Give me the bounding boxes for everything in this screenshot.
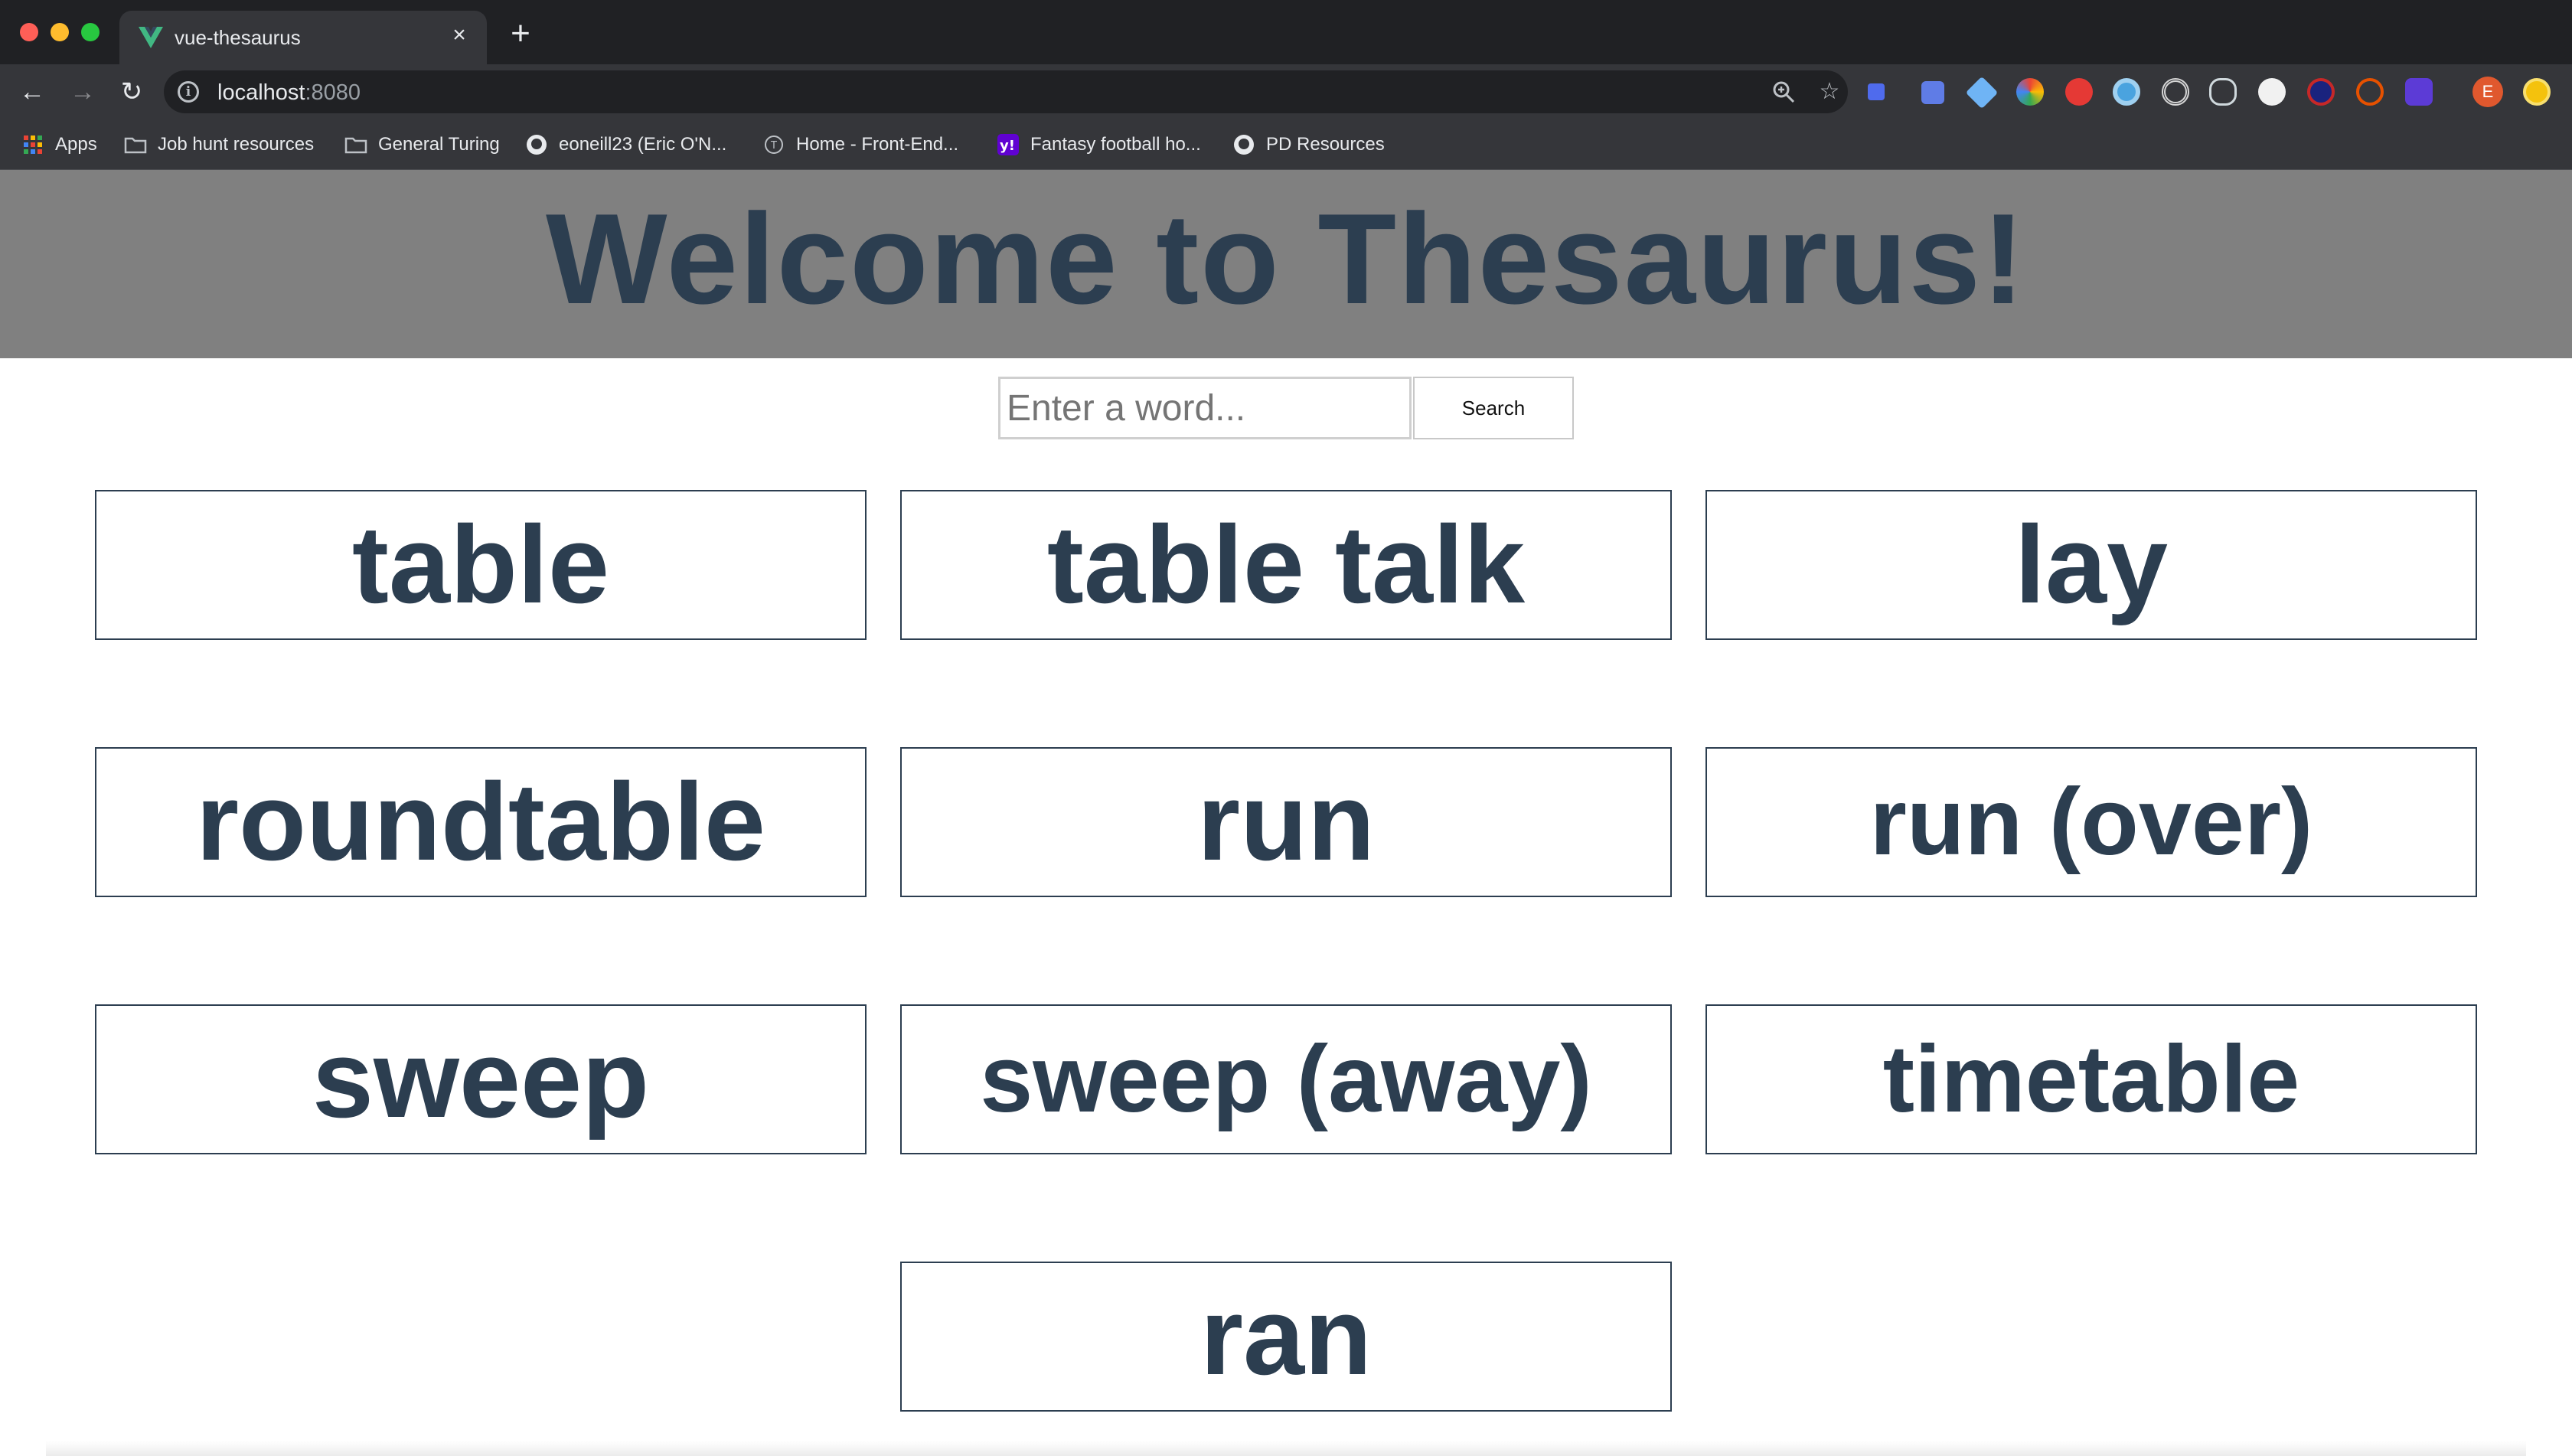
page-title: Welcome to Thesaurus! (546, 187, 2026, 331)
synonym-word: sweep (312, 1017, 650, 1141)
address-bar[interactable]: i localhost:8080 ☆ (164, 70, 1848, 113)
back-arrow-icon[interactable]: ← (15, 75, 49, 109)
close-tab-icon[interactable]: × (446, 21, 473, 49)
bookmark-general-turing[interactable]: General Turing (344, 130, 500, 159)
hero-header: Welcome to Thesaurus! (0, 170, 2572, 358)
synonym-card[interactable]: sweep (away) (900, 1004, 1672, 1154)
github-icon (527, 135, 547, 155)
new-tab-icon[interactable]: + (505, 17, 536, 51)
forward-arrow-icon[interactable]: → (66, 75, 100, 109)
url-port: :8080 (305, 80, 361, 105)
synonym-word: run (over) (1869, 769, 2313, 875)
synonym-card[interactable]: timetable (1705, 1004, 2477, 1154)
extension-pen-icon[interactable] (1921, 81, 1944, 104)
synonym-word: lay (2014, 503, 2169, 626)
bookmark-apps[interactable]: Apps (21, 130, 97, 159)
extension-color-wheel-icon[interactable] (2016, 78, 2044, 106)
minimize-window-button[interactable] (51, 23, 69, 41)
extension-marker-icon[interactable] (1965, 76, 1999, 109)
synonym-card[interactable]: lay (1705, 490, 2477, 640)
bookmark-label: Home - Front-End... (796, 134, 959, 155)
bookmarks-bar: Apps Job hunt resources General Turing e… (0, 119, 2572, 170)
synonym-word: table (351, 503, 610, 626)
url-text[interactable]: localhost:8080 (217, 80, 361, 106)
extension-square-icon[interactable] (1868, 83, 1885, 100)
synonym-word: ran (1200, 1275, 1372, 1398)
maximize-window-button[interactable] (81, 23, 100, 41)
apps-grid-icon (24, 135, 42, 154)
reload-icon[interactable]: ↻ (115, 75, 149, 109)
bookmark-label: eoneill23 (Eric O'N... (559, 134, 727, 155)
extension-orange-circle-icon[interactable] (2356, 78, 2384, 106)
synonym-card[interactable]: table talk (900, 490, 1672, 640)
bookmark-fantasy-football[interactable]: y! Fantasy football ho... (997, 130, 1201, 159)
extension-blue-circle-icon[interactable] (2113, 78, 2140, 106)
zoom-icon[interactable] (1770, 78, 1797, 106)
bookmark-pd-resources[interactable]: PD Resources (1232, 130, 1385, 159)
bookmark-label: Apps (55, 134, 97, 155)
bookmark-label: Job hunt resources (158, 134, 315, 155)
extension-white-circle-icon[interactable] (2258, 78, 2286, 106)
synonym-card[interactable]: roundtable (95, 747, 867, 897)
synonym-word: timetable (1882, 1027, 2300, 1132)
synonym-word: sweep (away) (980, 1027, 1592, 1132)
svg-text:T: T (770, 140, 777, 152)
yahoo-icon: y! (997, 134, 1019, 155)
folder-icon (124, 137, 147, 154)
synonym-card[interactable]: table (95, 490, 867, 640)
github-icon (1234, 135, 1254, 155)
page-viewport: Welcome to Thesaurus! Search table table… (0, 170, 2572, 1456)
synonym-card[interactable]: run (900, 747, 1672, 897)
synonym-card[interactable]: run (over) (1705, 747, 2477, 897)
browser-tab-bar: vue-thesaurus × + (0, 0, 2572, 64)
search-input[interactable] (998, 377, 1412, 439)
synonym-card[interactable]: ran (900, 1262, 1672, 1412)
site-info-icon[interactable]: i (178, 81, 199, 103)
tab-title: vue-thesaurus (175, 26, 301, 49)
browser-toolbar: ← → ↻ i localhost:8080 ☆ E (0, 64, 2572, 119)
synonym-card[interactable]: sweep (95, 1004, 867, 1154)
bookmark-label: Fantasy football ho... (1030, 134, 1201, 155)
extension-yellow-icon[interactable] (2523, 78, 2551, 106)
extension-navy-circle-icon[interactable] (2307, 78, 2335, 106)
bookmark-label: PD Resources (1266, 134, 1385, 155)
bookmark-label: General Turing (378, 134, 500, 155)
close-window-button[interactable] (20, 23, 38, 41)
react-devtools-icon[interactable] (2209, 78, 2237, 106)
synonym-word: roundtable (196, 760, 765, 883)
browser-tab[interactable]: vue-thesaurus × (119, 11, 487, 64)
page-bottom-shadow (46, 1441, 2526, 1456)
folder-icon (344, 137, 367, 154)
synonym-word: run (1197, 760, 1375, 883)
bookmark-job-hunt-resources[interactable]: Job hunt resources (124, 130, 314, 159)
bookmark-star-icon[interactable]: ☆ (1816, 78, 1843, 106)
svg-text:y!: y! (1000, 138, 1015, 154)
synonym-word: table talk (1046, 503, 1526, 626)
bookmark-home-front-end[interactable]: T Home - Front-End... (762, 130, 958, 159)
extension-adblock-icon[interactable] (2065, 78, 2093, 106)
extension-purple-icon[interactable] (2405, 78, 2433, 106)
extension-target-icon[interactable] (2162, 78, 2189, 106)
turing-icon: T (765, 135, 783, 154)
search-button[interactable]: Search (1413, 377, 1574, 439)
profile-avatar[interactable]: E (2472, 77, 2503, 107)
url-host: localhost (217, 80, 305, 105)
bookmark-eoneill23[interactable]: eoneill23 (Eric O'N... (525, 130, 726, 159)
vue-logo-icon (139, 27, 163, 48)
